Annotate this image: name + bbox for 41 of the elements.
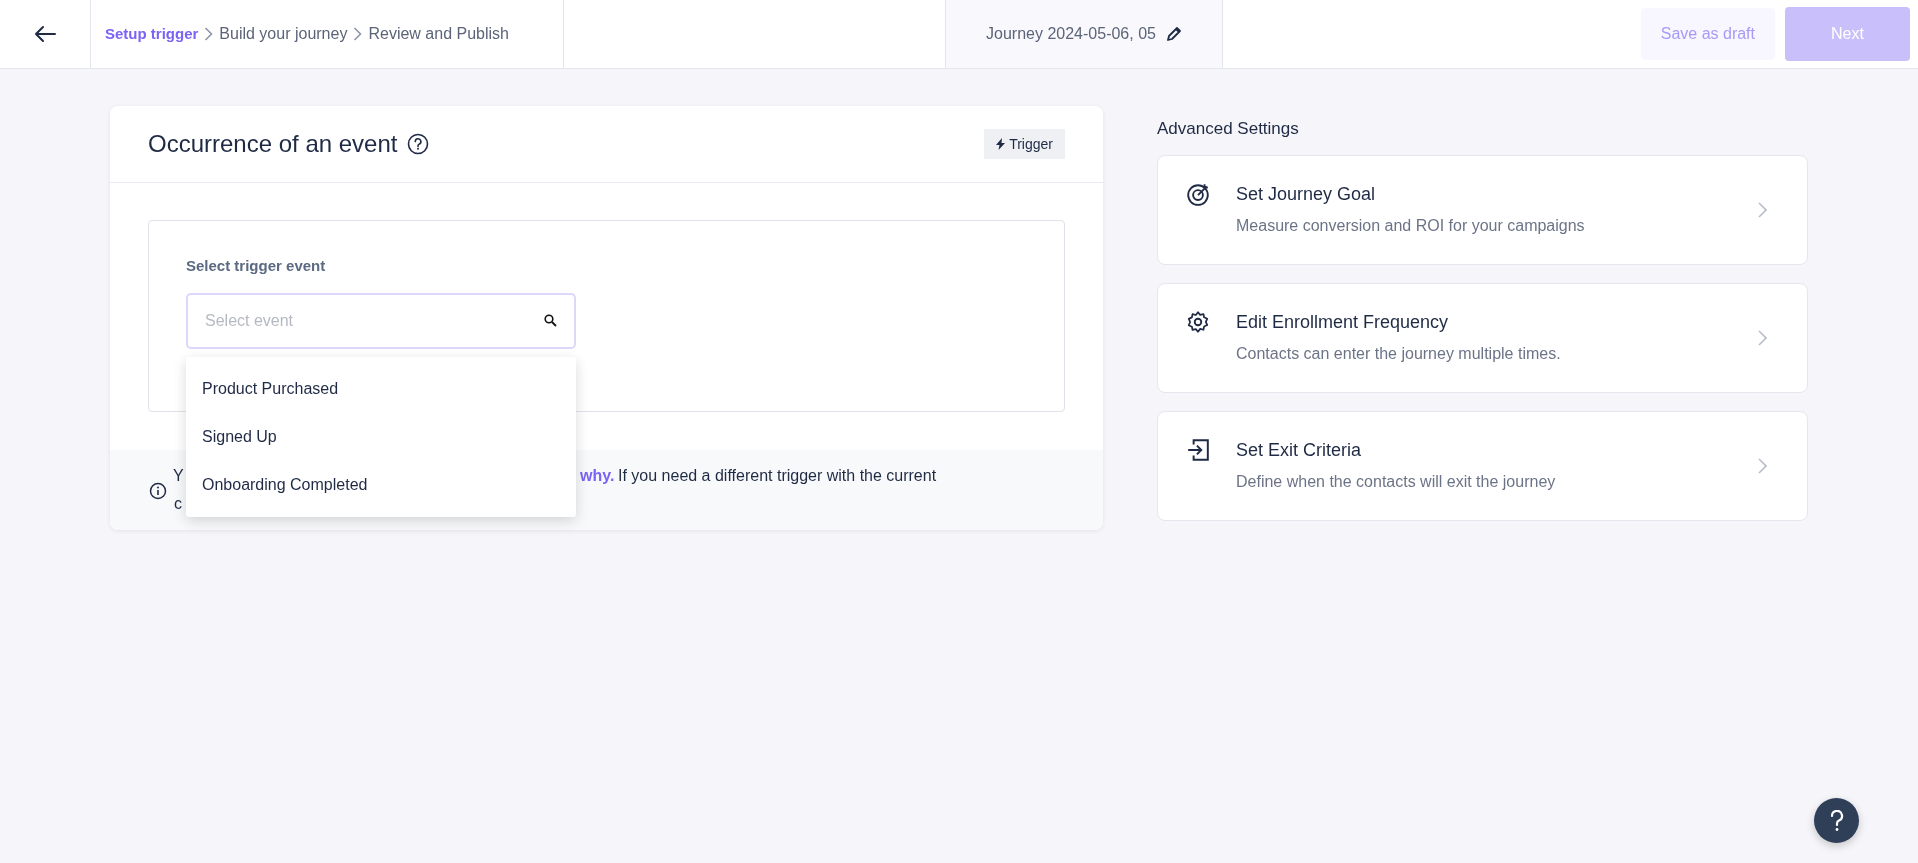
pencil-icon[interactable] xyxy=(1165,26,1182,42)
settings-card[interactable]: Edit Enrollment Frequency Contacts can enter the journey multiple times. xyxy=(1157,282,1808,393)
breadcrumb-step[interactable]: Review and Publish xyxy=(368,22,509,46)
lightning-icon xyxy=(996,138,1006,150)
chevron-right-icon xyxy=(1758,201,1767,218)
help-button[interactable] xyxy=(1814,798,1859,843)
back-arrow-icon[interactable] xyxy=(34,25,56,43)
trigger-badge: Trigger xyxy=(984,129,1065,159)
settings-card[interactable]: Set Exit Criteria Define when the contacts will exit the journey xyxy=(1157,410,1808,521)
card-title: Occurrence of an event xyxy=(148,129,398,159)
breadcrumb-step[interactable]: Build your journey xyxy=(219,22,348,46)
search-icon xyxy=(544,313,557,327)
note-text: c xyxy=(174,494,182,514)
info-icon xyxy=(149,482,167,500)
gear-icon xyxy=(1186,309,1210,334)
card-title: Set Exit Criteria xyxy=(1236,439,1363,462)
card-description: Contacts can enter the journey multiple times. xyxy=(1236,344,1562,364)
settings-card[interactable]: Set Journey Goal Measure conversion and ROI for your campaigns xyxy=(1157,154,1808,265)
exit-icon xyxy=(1186,437,1210,462)
note-text: If you need a different trigger with the current xyxy=(618,466,937,486)
why-link[interactable]: why. xyxy=(580,464,615,488)
chevron-right-icon xyxy=(1758,457,1767,474)
note-text: Y xyxy=(173,466,184,486)
help-icon xyxy=(1829,809,1844,832)
help-icon[interactable] xyxy=(407,133,430,155)
card-description: Define when the contacts will exit the journey xyxy=(1236,472,1557,492)
card-title: Edit Enrollment Frequency xyxy=(1236,311,1450,334)
dropdown-option[interactable]: Onboarding Completed xyxy=(186,461,576,509)
field-label: Select trigger event xyxy=(186,256,327,276)
breadcrumb-step[interactable]: Setup trigger xyxy=(105,22,199,46)
chevron-icon xyxy=(353,27,363,41)
section-title: Advanced Settings xyxy=(1157,118,1300,140)
dropdown-option[interactable]: Signed Up xyxy=(186,413,576,461)
card-description: Measure conversion and ROI for your campaigns xyxy=(1236,216,1586,236)
dropdown-option[interactable]: Product Purchased xyxy=(186,365,576,413)
journey-title: Journey 2024-05-06, 05 xyxy=(986,24,1156,44)
chevron-icon xyxy=(204,27,214,41)
chevron-right-icon xyxy=(1758,329,1767,346)
event-search-field[interactable]: Select event xyxy=(186,292,576,349)
card-title: Set Journey Goal xyxy=(1236,183,1377,206)
target-icon xyxy=(1186,181,1210,206)
